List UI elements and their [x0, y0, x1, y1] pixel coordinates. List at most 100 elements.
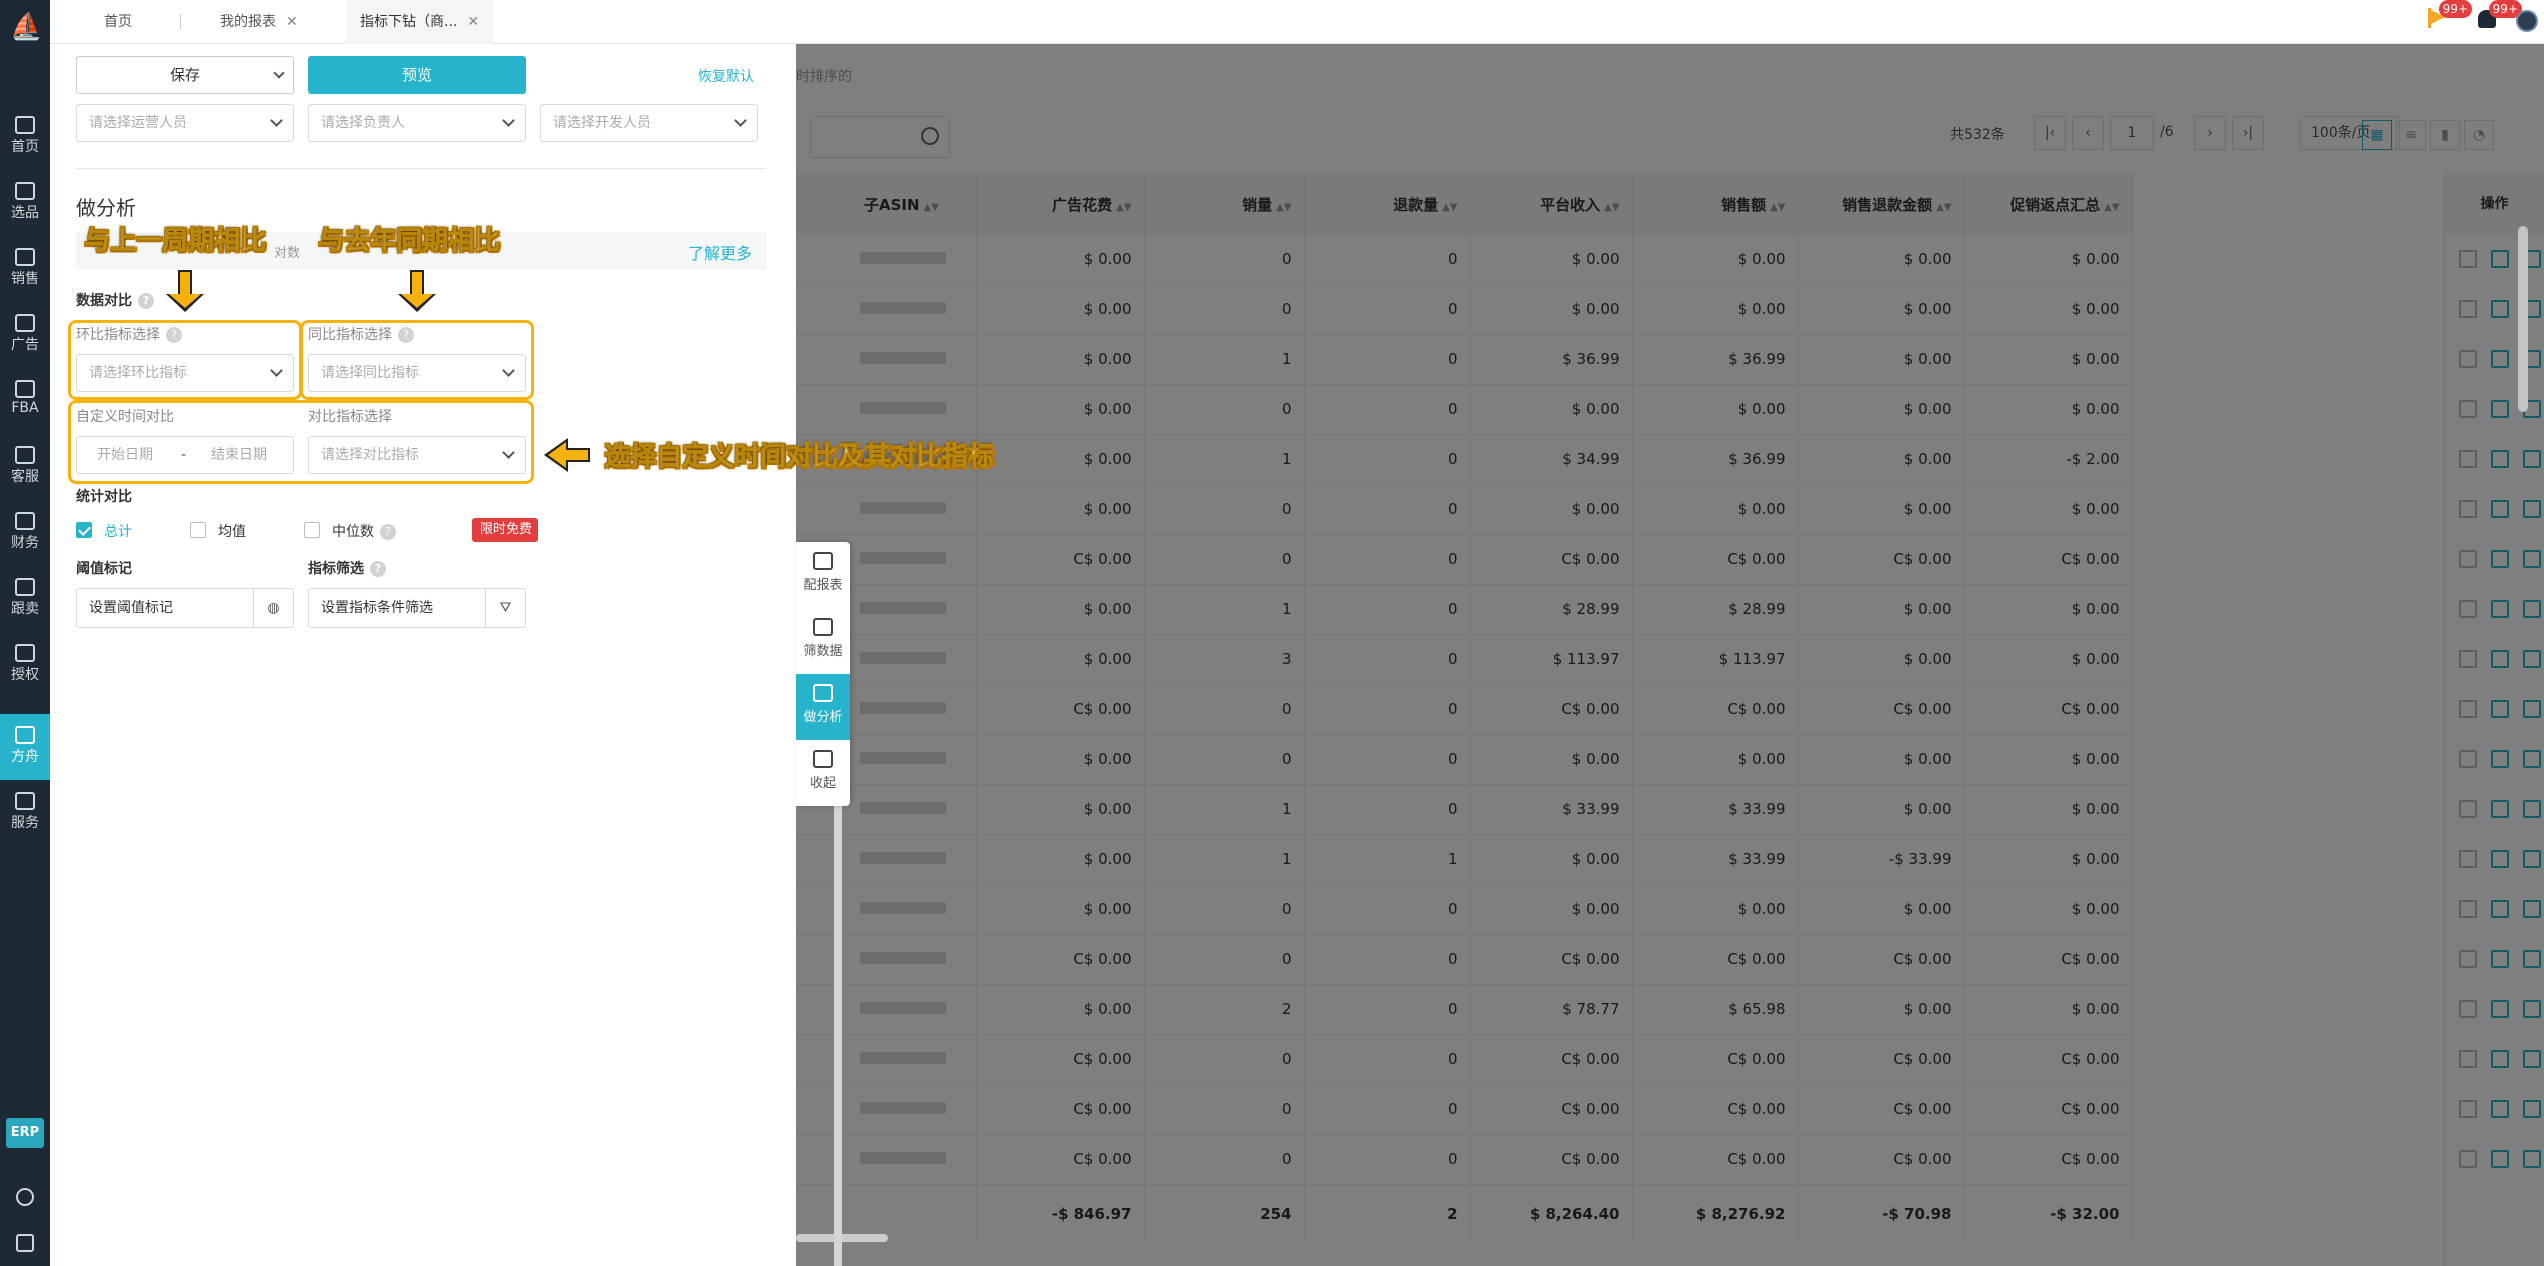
divider [76, 168, 766, 169]
help-icon[interactable] [16, 1188, 34, 1206]
gift-icon[interactable] [16, 1234, 34, 1252]
ark-icon [15, 726, 35, 744]
threshold-color-icon[interactable]: ◍ [253, 589, 293, 627]
nav-item-1[interactable]: 选品 [0, 170, 50, 226]
yoy-highlight-box [300, 320, 534, 400]
stat-compare-label: 统计对比 [76, 489, 132, 505]
home-icon [15, 116, 35, 134]
follow-sell-icon [15, 578, 35, 596]
floating-side-panel: 配报表筛数据做分析收起 [796, 542, 850, 806]
flag-badge: 99+ [2438, 0, 2472, 18]
nav-item-0[interactable]: 首页 [0, 104, 50, 160]
operator-select[interactable]: 请选择运营人员 [76, 104, 294, 142]
median-text: 中位数 [332, 524, 374, 540]
tab-label: 指标下钻（商... [360, 14, 458, 30]
arrow-down-icon [398, 270, 436, 312]
close-icon[interactable]: ✕ [286, 14, 298, 30]
data-compare-label: 数据对比? [76, 290, 154, 310]
vertical-scrollbar[interactable] [2518, 226, 2528, 412]
tab-home[interactable]: 首页 [90, 0, 146, 44]
avatar[interactable] [2516, 10, 2538, 32]
developer-select[interactable]: 请选择开发人员 [540, 104, 758, 142]
chevron-down-icon[interactable] [273, 67, 285, 79]
nav-item-10[interactable]: 服务 [0, 780, 50, 836]
total-label[interactable]: 总计 [104, 521, 132, 541]
left-nav: ⛵ 首页选品销售广告 FBA 客服财务跟卖授权方舟服务 ERP [0, 0, 50, 1266]
float-panel-label: 配报表 [803, 578, 843, 593]
erp-button[interactable]: ERP [6, 1118, 44, 1148]
median-checkbox[interactable] [304, 522, 320, 538]
nav-item-label: 服务 [11, 815, 39, 831]
help-icon[interactable]: ? [138, 293, 154, 309]
nav-item-7[interactable]: 跟卖 [0, 566, 50, 622]
nav-item-label: 财务 [11, 535, 39, 551]
metric-filter-input[interactable]: 设置指标条件筛选 ⛛ [308, 588, 526, 628]
metric-filter-placeholder: 设置指标条件筛选 [321, 600, 433, 616]
nav-item-6[interactable]: 财务 [0, 500, 50, 556]
total-checkbox[interactable] [76, 522, 92, 538]
arrow-shaft [564, 448, 590, 462]
app-logo-icon[interactable]: ⛵ [10, 10, 42, 44]
filter-icon[interactable]: ⛛ [485, 589, 525, 627]
tab-separator [180, 14, 181, 30]
tab-label: 我的报表 [220, 14, 276, 30]
median-label[interactable]: 中位数? [332, 521, 396, 541]
data-compare-text: 数据对比 [76, 293, 132, 309]
chevron-down-icon [734, 114, 747, 127]
nav-item-label: 方舟 [11, 749, 39, 765]
mom-highlight-box [68, 320, 302, 400]
mean-checkbox[interactable] [190, 522, 206, 538]
float-panel-label: 收起 [809, 776, 836, 791]
float-panel-item-2[interactable]: 做分析 [796, 674, 850, 740]
threshold-label: 阈值标记 [76, 561, 132, 577]
tab-metric-drilldown[interactable]: 指标下钻（商... ✕ [346, 0, 494, 44]
tab-my-reports[interactable]: 我的报表 ✕ [206, 0, 312, 44]
owner-select[interactable]: 请选择负责人 [308, 104, 526, 142]
float-panel-item-3[interactable]: 收起 [796, 740, 850, 806]
analysis-drawer: 保存 预览 恢复默认 请选择运营人员 请选择负责人 请选择开发人员 做分析 对数… [50, 44, 842, 1266]
learn-more-link[interactable]: 了解更多 [688, 240, 752, 264]
nav-item-label: 客服 [11, 469, 39, 485]
info-text: 对数 [274, 246, 301, 261]
nav-item-label: FBA [11, 400, 39, 416]
nav-item-label: 跟卖 [11, 601, 39, 617]
reset-default-link[interactable]: 恢复默认 [698, 66, 754, 86]
overlay-mask[interactable] [796, 44, 2544, 1266]
developer-placeholder: 请选择开发人员 [553, 115, 651, 131]
drawer-scrollbar[interactable] [834, 780, 842, 1266]
pie-chart-icon [813, 552, 833, 570]
custom-time-highlight-box [68, 400, 534, 484]
shield-icon [15, 644, 35, 662]
help-icon[interactable]: ? [370, 561, 386, 577]
nav-item-label: 选品 [11, 205, 39, 221]
preview-button[interactable]: 预览 [308, 56, 526, 94]
nav-item-5[interactable]: 客服 [0, 434, 50, 490]
nav-item-8[interactable]: 授权 [0, 632, 50, 688]
float-panel-item-0[interactable]: 配报表 [796, 542, 850, 608]
metric-filter-text: 指标筛选 [308, 561, 364, 577]
nav-item-3[interactable]: 广告 [0, 302, 50, 358]
help-icon[interactable]: ? [380, 524, 396, 540]
nav-item-9[interactable]: 方舟 [0, 714, 50, 780]
free-badge: 限时免费 [472, 518, 539, 542]
finance-icon [15, 512, 35, 530]
close-icon[interactable]: ✕ [467, 14, 479, 30]
float-panel-label: 做分析 [803, 710, 843, 725]
horizontal-scrollbar[interactable] [796, 1234, 888, 1242]
arrow-left-icon [544, 438, 590, 472]
operator-placeholder: 请选择运营人员 [89, 115, 187, 131]
mom-callout: 与上一周期相比 [83, 226, 267, 257]
threshold-input[interactable]: 设置阈值标记 ◍ [76, 588, 294, 628]
metric-filter-label: 指标筛选? [308, 558, 386, 578]
service-icon [15, 446, 35, 464]
nav-item-2[interactable]: 销售 [0, 236, 50, 292]
nav-item-label: 销售 [11, 271, 39, 287]
mean-label[interactable]: 均值 [218, 521, 246, 541]
save-button[interactable]: 保存 [76, 56, 294, 94]
float-panel-item-1[interactable]: 筛数据 [796, 608, 850, 674]
nav-item-label: 授权 [11, 667, 39, 683]
arrow-head-fill [548, 442, 566, 468]
analysis-title: 做分析 [76, 196, 136, 220]
nav-item-4[interactable]: FBA [0, 368, 50, 424]
threshold-placeholder: 设置阈值标记 [89, 600, 173, 616]
